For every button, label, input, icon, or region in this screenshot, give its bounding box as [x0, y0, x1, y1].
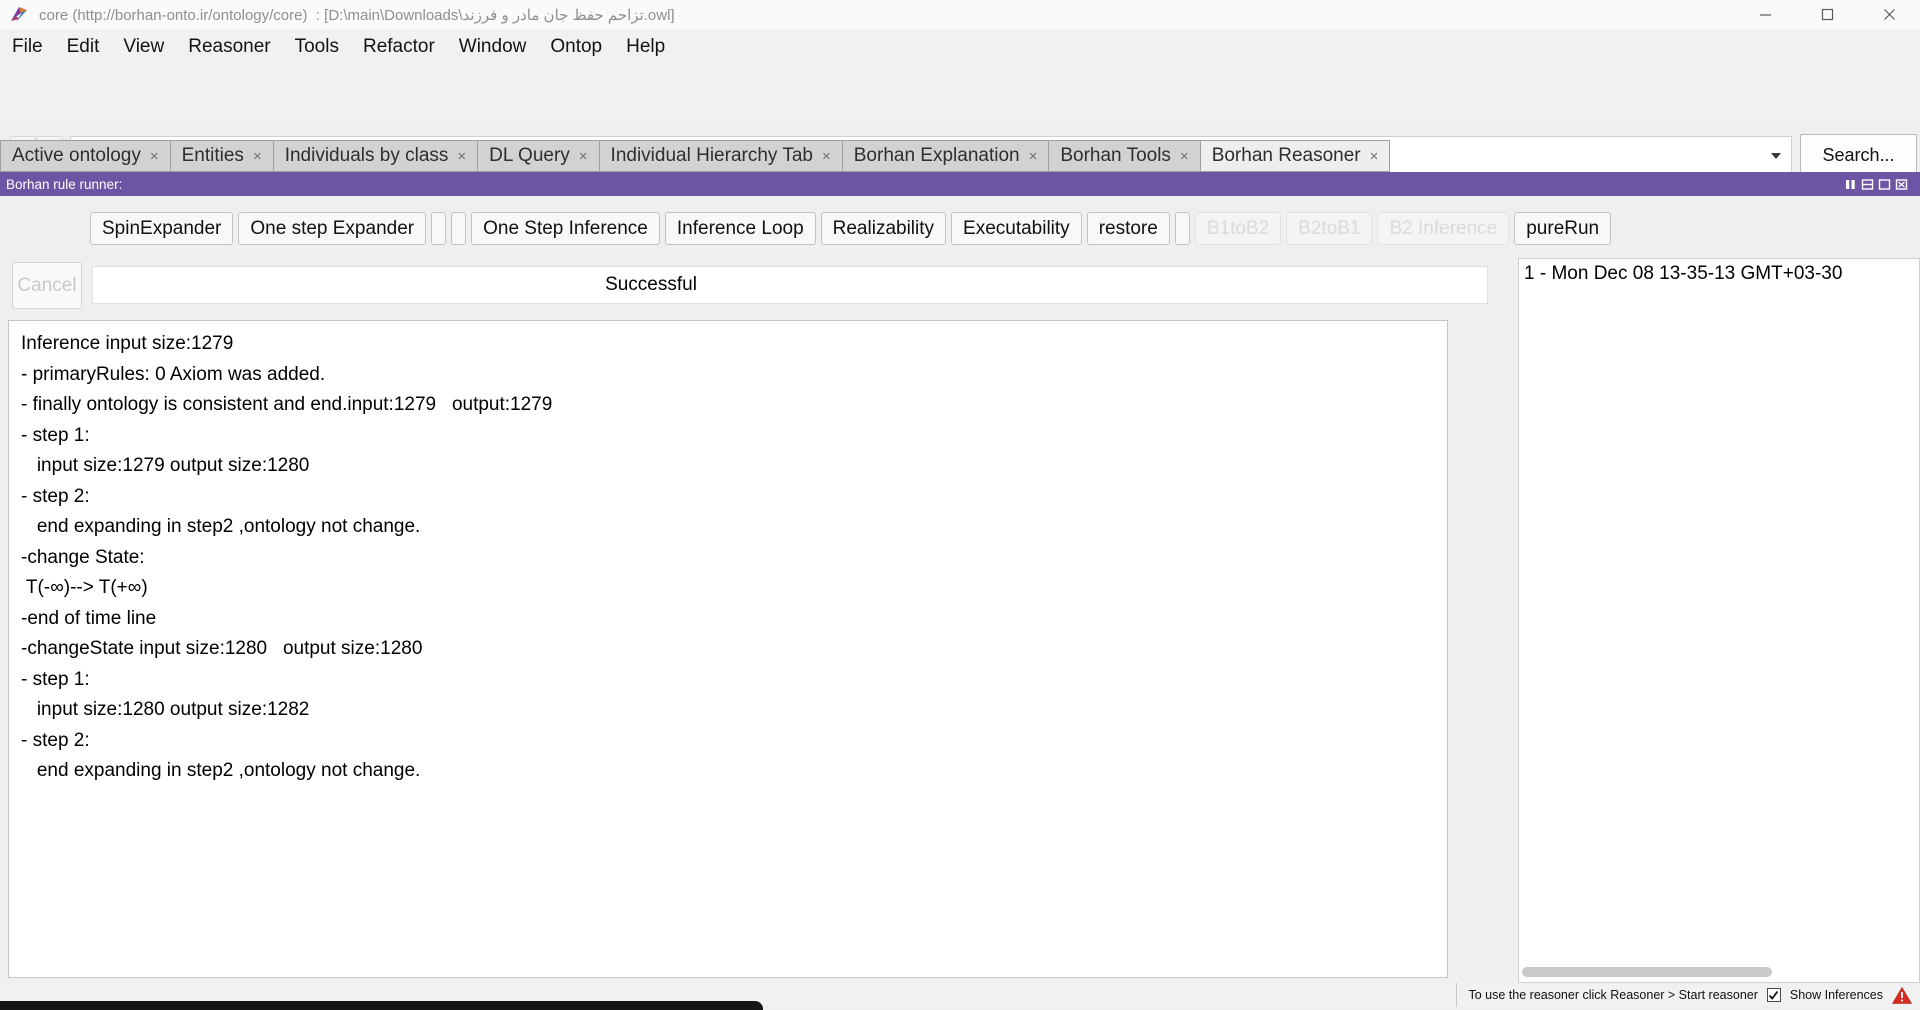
window-minimize-button[interactable] [1734, 0, 1796, 29]
reasoner-hint-text: To use the reasoner click Reasoner > Sta… [1456, 983, 1758, 1007]
restore-button[interactable]: restore [1087, 212, 1170, 245]
tab-close-icon[interactable]: × [1180, 148, 1189, 165]
tab-close-icon[interactable]: × [579, 148, 588, 165]
inference-log[interactable]: Inference input size:1279- primaryRules:… [8, 320, 1448, 978]
split-view-icon[interactable] [1861, 178, 1874, 191]
combobox-dropdown-arrow-icon[interactable] [1771, 153, 1781, 159]
menu-help[interactable]: Help [614, 36, 677, 58]
tab-dl-query[interactable]: DL Query × [477, 140, 598, 172]
log-line: - finally ontology is consistent and end… [21, 390, 1447, 421]
reasoner-toolbar: SpinExpanderOne step Expander One Step In… [90, 212, 1611, 245]
show-inferences-checkbox[interactable] [1767, 988, 1781, 1002]
executability-button[interactable]: Executability [951, 212, 1082, 245]
menu-window[interactable]: Window [447, 36, 539, 58]
toolbar-spacer-button[interactable] [1175, 212, 1190, 245]
tab-label: DL Query [489, 145, 570, 167]
window-controls [1734, 0, 1920, 29]
tab-close-icon[interactable]: × [822, 148, 831, 165]
log-line: - step 1: [21, 665, 1447, 696]
tab-label: Borhan Explanation [854, 145, 1020, 167]
run-history-list: 1 - Mon Dec 08 13-35-13 GMT+03-30 [1518, 258, 1920, 983]
tab-close-icon[interactable]: × [457, 148, 466, 165]
tab-close-icon[interactable]: × [253, 148, 262, 165]
log-line: -end of time line [21, 604, 1447, 635]
tab-label: Active ontology [12, 145, 141, 167]
toolbar-spacer-button[interactable] [431, 212, 446, 245]
history-item[interactable]: 1 - Mon Dec 08 13-35-13 GMT+03-30 [1519, 259, 1919, 285]
view-header-title: Borhan rule runner: [6, 177, 122, 192]
window-maximize-button[interactable] [1796, 0, 1858, 29]
one-step-inference-button[interactable]: One Step Inference [471, 212, 660, 245]
menu-ontop[interactable]: Ontop [538, 36, 614, 58]
log-line: - step 1: [21, 421, 1447, 452]
tab-close-icon[interactable]: × [1370, 148, 1379, 165]
cancel-button: Cancel [12, 262, 82, 309]
tab-label: Borhan Reasoner [1212, 145, 1361, 167]
tab-active-ontology[interactable]: Active ontology × [0, 140, 170, 172]
address-row: < > core (http://borhan-onto.ir/ontology… [0, 64, 1920, 118]
menu-refactor[interactable]: Refactor [351, 36, 447, 58]
menu-view[interactable]: View [111, 36, 176, 58]
menu-edit[interactable]: Edit [55, 36, 112, 58]
close-view-icon[interactable] [1895, 178, 1908, 191]
tab-label: Individual Hierarchy Tab [611, 145, 813, 167]
tab-close-icon[interactable]: × [1029, 148, 1038, 165]
one-step-expander-button[interactable]: One step Expander [238, 212, 426, 245]
view-header: Borhan rule runner: [0, 172, 1920, 196]
log-line: end expanding in step2 ,ontology not cha… [21, 756, 1447, 787]
inference-loop-button[interactable]: Inference Loop [665, 212, 816, 245]
float-view-icon[interactable] [1844, 178, 1857, 191]
tab-label: Individuals by class [285, 145, 449, 167]
log-line: T(-∞)--> T(+∞) [21, 573, 1447, 604]
b2-inference-button: B2 Inference [1377, 212, 1509, 245]
tab-label: Borhan Tools [1060, 145, 1171, 167]
log-line: -changeState input size:1280 output size… [21, 634, 1447, 665]
warning-icon[interactable] [1892, 987, 1912, 1004]
maximize-view-icon[interactable] [1878, 178, 1891, 191]
log-line: -change State: [21, 543, 1447, 574]
log-line: - step 2: [21, 726, 1447, 757]
taskbar-fragment [0, 1001, 763, 1010]
spinexpander-button[interactable]: SpinExpander [90, 212, 233, 245]
realizability-button[interactable]: Realizability [821, 212, 946, 245]
menu-reasoner[interactable]: Reasoner [176, 36, 282, 58]
tab-individuals-by-class[interactable]: Individuals by class × [273, 140, 477, 172]
tab-individual-hierarchy-tab[interactable]: Individual Hierarchy Tab × [599, 140, 842, 172]
show-inferences-label: Show Inferences [1790, 988, 1883, 1002]
log-line: - primaryRules: 0 Axiom was added. [21, 360, 1447, 391]
log-line: - step 2: [21, 482, 1447, 513]
menu-file[interactable]: File [0, 36, 55, 58]
b1tob2-button: B1toB2 [1195, 212, 1281, 245]
window-titlebar: core (http://borhan-onto.ir/ontology/cor… [0, 0, 1920, 29]
status-progressbar: Successful [92, 266, 1488, 304]
log-line: end expanding in step2 ,ontology not cha… [21, 512, 1447, 543]
view-header-controls [1844, 178, 1908, 191]
tab-entities[interactable]: Entities × [170, 140, 273, 172]
b2tob1-button: B2toB1 [1286, 212, 1372, 245]
menu-bar: FileEditViewReasonerToolsRefactorWindowO… [0, 29, 1920, 64]
tab-bar: Active ontology×Entities×Individuals by … [0, 140, 1390, 172]
search-button[interactable]: Search... [1800, 134, 1917, 177]
log-line: input size:1279 output size:1280 [21, 451, 1447, 482]
tab-borhan-tools[interactable]: Borhan Tools × [1048, 140, 1199, 172]
protege-logo-icon [10, 5, 29, 24]
log-line: Inference input size:1279 [21, 329, 1447, 360]
tab-borhan-reasoner[interactable]: Borhan Reasoner × [1200, 140, 1391, 172]
tab-close-icon[interactable]: × [150, 148, 159, 165]
status-text: Successful [605, 274, 697, 296]
history-horizontal-scrollbar[interactable] [1522, 967, 1772, 977]
purerun-button[interactable]: pureRun [1514, 212, 1611, 245]
toolbar-spacer-button[interactable] [451, 212, 466, 245]
tab-borhan-explanation[interactable]: Borhan Explanation × [842, 140, 1049, 172]
window-title: core (http://borhan-onto.ir/ontology/cor… [39, 6, 675, 24]
window-close-button[interactable] [1858, 0, 1920, 29]
tab-label: Entities [182, 145, 244, 167]
menu-tools[interactable]: Tools [283, 36, 351, 58]
log-line: input size:1280 output size:1282 [21, 695, 1447, 726]
